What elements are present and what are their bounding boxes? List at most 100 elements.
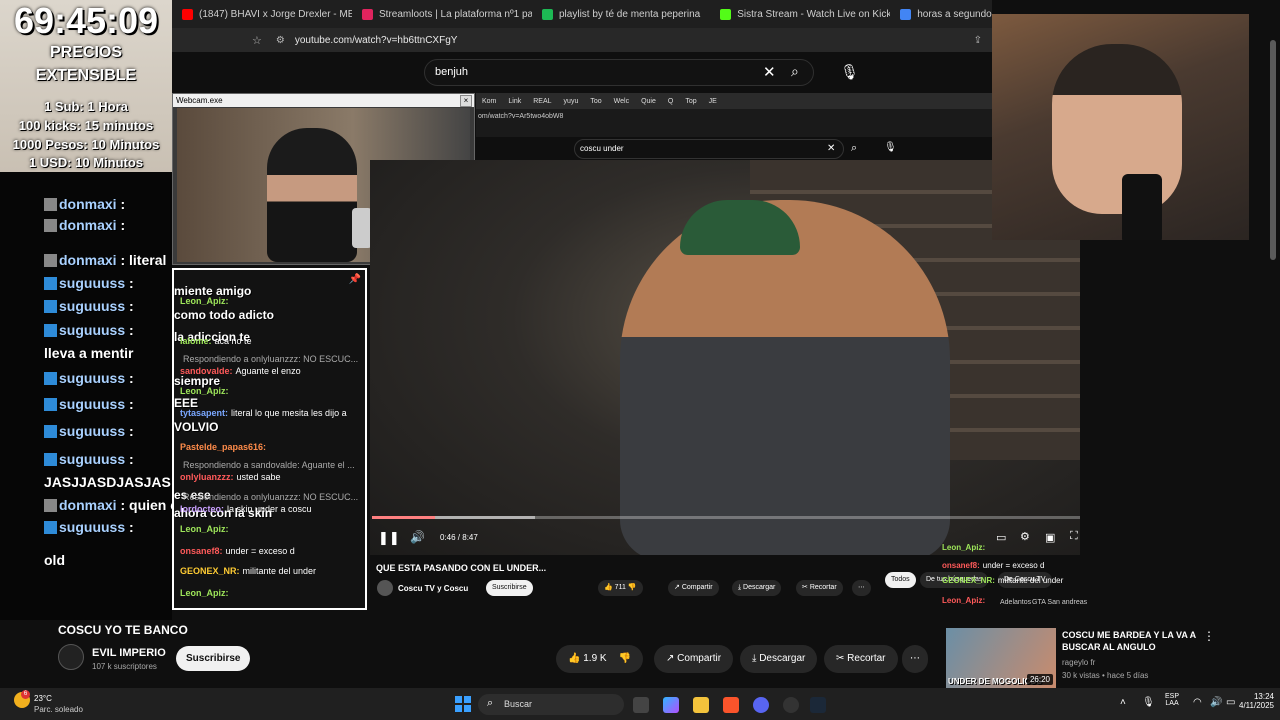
chat-username[interactable]: onlyluanzzz:	[180, 472, 234, 482]
chat-username[interactable]: donmaxi	[59, 196, 117, 212]
search-input[interactable]: benjuh	[435, 66, 468, 78]
copilot-icon[interactable]	[663, 697, 679, 713]
settings-icon[interactable]: ⚙	[1020, 530, 1030, 543]
share-button[interactable]: ↗ Compartir	[654, 645, 734, 673]
address-bar[interactable]: ☆ ⚙ youtube.com/watch?v=hb6ttnCXFgY ⇪	[172, 28, 992, 52]
related-hint[interactable]: GTA San andreas	[1032, 599, 1087, 606]
video-progress-bar[interactable]	[372, 516, 1080, 519]
pause-icon[interactable]: ❚❚	[378, 530, 400, 546]
scrollbar[interactable]	[1270, 40, 1276, 260]
inner-browser-tab[interactable]: Kom	[476, 98, 502, 105]
inner-browser-tab[interactable]: yuyu	[558, 98, 585, 105]
subtitles-icon[interactable]: ▭	[996, 531, 1006, 544]
search-icon[interactable]: ⌕	[851, 142, 857, 155]
task-view-icon[interactable]	[633, 697, 649, 713]
bookmark-icon[interactable]: ☆	[252, 34, 262, 47]
chat-username[interactable]: Leon_Apiz:	[942, 543, 985, 552]
chat-username[interactable]: tytasapent:	[180, 408, 228, 418]
inner-browser-tab[interactable]: Welc	[608, 98, 635, 105]
share-icon[interactable]: ⇪	[974, 35, 982, 46]
related-title[interactable]: COSCU ME BARDEA Y LA VA A BUSCAR AL ANGU…	[1062, 629, 1202, 653]
thumb-down-icon[interactable]: 👎	[628, 584, 637, 591]
chat-username[interactable]: lordocteo:	[180, 504, 224, 514]
inner-browser-tab[interactable]: Q	[662, 98, 679, 105]
more-icon[interactable]: ⋯	[852, 580, 871, 596]
subscribe-button[interactable]: Suscribirse	[176, 646, 251, 671]
inner-channel-name[interactable]: Coscu TV y Coscu	[398, 584, 468, 593]
browser-tab[interactable]: Streamloots | La plataforma nº1 para	[352, 0, 532, 28]
inner-url[interactable]: om/watch?v=Ar5two4obW8	[478, 113, 563, 120]
inner-download-button[interactable]: ⤓ Descargar	[732, 580, 782, 596]
url-text[interactable]: youtube.com/watch?v=hb6ttnCXFgY	[295, 35, 458, 46]
thumb-down-icon[interactable]: 👎	[619, 653, 631, 664]
browser-tab[interactable]: horas a segundos - Buscar con Goog	[890, 0, 992, 28]
chip-all[interactable]: Todos	[885, 572, 916, 588]
chat-username[interactable]: Pastelde_papas616:	[180, 442, 266, 452]
chat-username[interactable]: onsanef8:	[180, 546, 223, 556]
chat-username[interactable]: suguuuss	[59, 519, 125, 535]
clear-search-icon[interactable]: ✕	[763, 63, 776, 81]
inner-browser-tab[interactable]: Too	[584, 98, 607, 105]
steam-icon[interactable]	[810, 697, 826, 713]
obs-icon[interactable]	[783, 697, 799, 713]
inner-search-box[interactable]: coscu under ✕ ⌕	[574, 139, 857, 159]
clock[interactable]: 13:24 4/11/2025	[1232, 692, 1274, 710]
browser-tab[interactable]: (1847) BHAVI x Jorge Drexler - ME DE	[172, 0, 352, 28]
chat-username[interactable]: suguuuss	[59, 370, 125, 386]
more-icon[interactable]: ⋯	[902, 645, 928, 673]
chat-username[interactable]: suguuuss	[59, 298, 125, 314]
inner-browser-tab[interactable]: Quie	[635, 98, 662, 105]
chat-username[interactable]: onsanef8:	[942, 561, 980, 570]
search-icon[interactable]: ⌕	[791, 63, 799, 80]
chat-username[interactable]: Leon_Apiz:	[180, 296, 229, 306]
chat-username[interactable]: donmaxi	[59, 252, 117, 268]
windows-start-icon[interactable]	[455, 696, 471, 712]
language-indicator[interactable]: ESP LAA	[1165, 693, 1179, 707]
taskbar-search[interactable]: ⌕ Buscar	[478, 694, 624, 715]
browser-tab[interactable]: playlist by té de menta peperina	[532, 0, 710, 28]
microphone-icon[interactable]: 🎙	[840, 63, 859, 81]
site-info-icon[interactable]: ⚙	[276, 35, 285, 46]
microphone-icon[interactable]: 🎙	[884, 142, 897, 153]
miniplayer-icon[interactable]: ▣	[1045, 531, 1055, 544]
chat-username[interactable]: suguuuss	[59, 275, 125, 291]
inner-browser-tab[interactable]: Link	[502, 98, 527, 105]
chat-username[interactable]: GEONEX_NR:	[942, 576, 995, 585]
related-thumbnail[interactable]: UNDER DE MOGOLICOS 26:20	[946, 628, 1056, 688]
inner-clip-button[interactable]: ✂ Recortar	[796, 580, 843, 596]
chat-username[interactable]: lalome:	[180, 336, 212, 346]
inner-like-button[interactable]: 👍 711 👎	[598, 580, 643, 596]
chat-username[interactable]: donmaxi	[59, 497, 117, 513]
microphone-icon[interactable]: 🎙	[1142, 697, 1155, 708]
chat-username[interactable]: Leon_Apiz:	[180, 524, 229, 534]
chat-username[interactable]: suguuuss	[59, 451, 125, 467]
chevron-up-icon[interactable]: ˄	[1120, 697, 1126, 708]
channel-name[interactable]: EVIL IMPERIO	[92, 647, 166, 659]
chat-username[interactable]: suguuuss	[59, 396, 125, 412]
close-icon[interactable]: ×	[460, 95, 472, 107]
chat-username[interactable]: Leon_Apiz:	[942, 596, 985, 605]
inner-subscribe-button[interactable]: Suscribirse	[486, 580, 533, 596]
chat-username[interactable]: GEONEX_NR:	[180, 566, 240, 576]
inner-browser-tab[interactable]: REAL	[527, 98, 557, 105]
chat-username[interactable]: Leon_Apiz:	[180, 588, 229, 598]
download-button[interactable]: ⤓ Descargar	[740, 645, 818, 673]
inner-share-button[interactable]: ↗ Compartir	[668, 580, 719, 596]
search-box[interactable]: benjuh ✕ ⌕	[424, 59, 814, 86]
inner-browser-tab[interactable]: JE	[703, 98, 723, 105]
discord-icon[interactable]	[753, 697, 769, 713]
chat-username[interactable]: suguuuss	[59, 322, 125, 338]
related-hint[interactable]: Adelantos	[1000, 599, 1031, 606]
pin-icon[interactable]: 📌	[349, 274, 361, 285]
chat-username[interactable]: sandovalde:	[180, 366, 233, 376]
clip-button[interactable]: ✂ Recortar	[824, 645, 898, 673]
wifi-icon[interactable]: ◠	[1193, 697, 1202, 708]
volume-icon[interactable]: 🔊	[1210, 697, 1222, 708]
chat-username[interactable]: suguuuss	[59, 423, 125, 439]
inner-browser-tab[interactable]: Top	[679, 98, 702, 105]
like-button[interactable]: 👍 1.9 K 👎	[556, 645, 644, 673]
inner-search-input[interactable]: coscu under	[580, 144, 624, 153]
fullscreen-icon[interactable]: ⛶	[1070, 530, 1078, 543]
chat-username[interactable]: Leon_Apiz:	[180, 386, 229, 396]
clear-search-icon[interactable]: ✕	[827, 143, 835, 154]
